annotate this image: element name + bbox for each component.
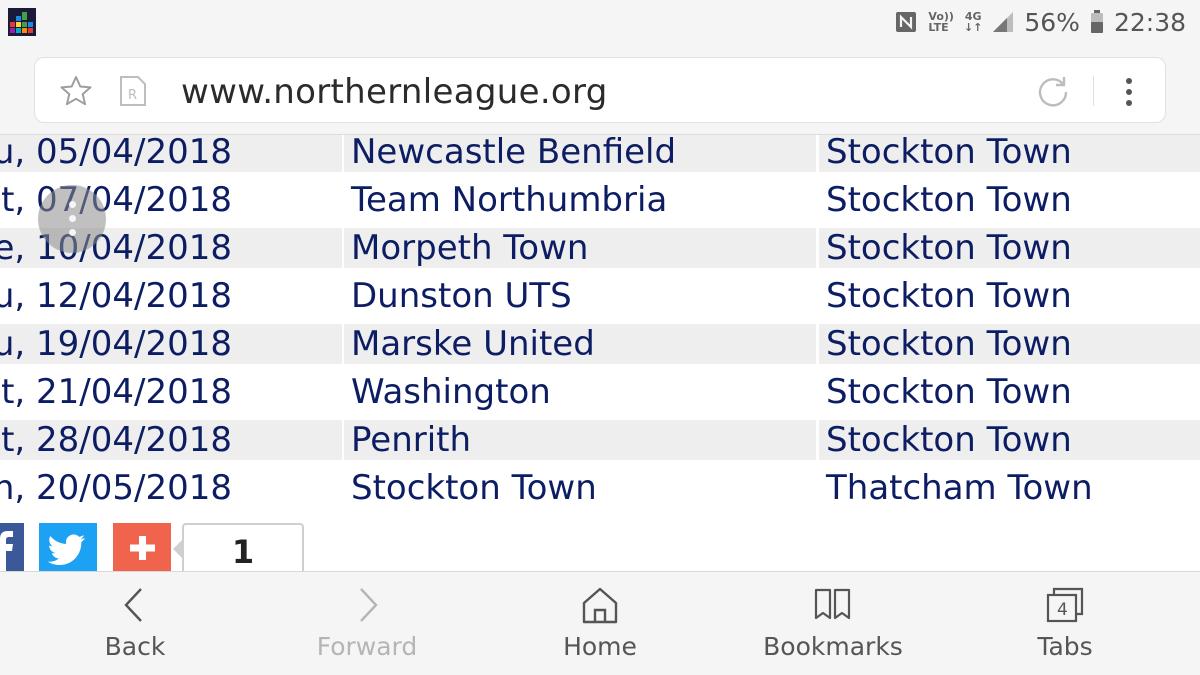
reader-icon-letter: R [128, 88, 137, 103]
fixture-home-team[interactable]: Washington [344, 372, 816, 412]
fixture-away-team[interactable]: Stockton Town [819, 180, 1200, 220]
volte-indicator: Vo)) LTE [928, 11, 954, 33]
tabs-label: Tabs [1037, 632, 1093, 661]
battery-icon [1090, 10, 1103, 33]
home-button[interactable]: Home [500, 572, 700, 675]
fixture-date: u, 19/04/2018 [0, 324, 232, 364]
bottom-toolbar: Back Forward Home Bookmarks 4 Tabs [0, 571, 1200, 675]
star-icon[interactable] [59, 75, 93, 107]
fixture-date-cell: u, 12/04/2018 [0, 276, 342, 316]
fixture-row: u, 05/04/2018 Newcastle Benfield Stockton … [0, 135, 1200, 180]
fixture-home-team[interactable]: Newcastle Benfield [344, 135, 816, 172]
clock: 22:38 [1113, 7, 1186, 37]
bookmarks-button[interactable]: Bookmarks [733, 572, 933, 675]
back-button[interactable]: Back [35, 572, 235, 675]
home-icon [582, 587, 618, 624]
fixture-home-team[interactable]: Dunston UTS [344, 276, 816, 316]
fixture-home-team[interactable]: Morpeth Town [344, 228, 816, 268]
fixture-date: u, 12/04/2018 [0, 276, 232, 316]
plus-icon [130, 536, 155, 560]
fixture-date: t, 21/04/2018 [1, 372, 232, 412]
floating-scroll-handle[interactable] [38, 185, 106, 253]
share-more-button[interactable] [113, 523, 171, 571]
fixture-row: e, 10/04/2018 Morpeth Town Stockton Town [0, 228, 1200, 276]
fixture-date-cell: n, 20/05/2018 [0, 468, 342, 508]
fixture-date-cell: u, 05/04/2018 [0, 135, 342, 172]
fixture-date: t, 28/04/2018 [1, 420, 232, 460]
network-arrows: ↓↑ [963, 21, 983, 34]
fixture-away-team[interactable]: Stockton Town [819, 135, 1200, 172]
fixture-row: u, 12/04/2018 Dunston UTS Stockton Town [0, 276, 1200, 324]
fixtures-table: u, 05/04/2018 Newcastle Benfield Stockton … [0, 135, 1200, 571]
share-buttons: 1 [0, 523, 320, 571]
forward-button[interactable]: Forward [267, 572, 467, 675]
fixture-away-team[interactable]: Stockton Town [819, 420, 1200, 460]
fixture-row: u, 19/04/2018 Marske United Stockton Town [0, 324, 1200, 372]
battery-percent: 56% [1024, 7, 1080, 37]
twitter-icon [47, 534, 85, 565]
fixture-date-cell: t, 21/04/2018 [0, 372, 342, 412]
fixture-row: t, 28/04/2018 Penrith Stockton Town [0, 420, 1200, 468]
reload-icon[interactable] [1035, 74, 1071, 110]
network-indicator: 4G ↓↑ [964, 11, 982, 33]
fixture-date-cell: t, 28/04/2018 [0, 420, 342, 460]
address-bar[interactable]: R www.northernleague.org [34, 57, 1166, 123]
fixture-date: e, 10/04/2018 [0, 228, 232, 268]
home-label: Home [563, 632, 637, 661]
tabs-count: 4 [1057, 600, 1068, 620]
fixture-home-team[interactable]: Team Northumbria [344, 180, 816, 220]
fixture-date: u, 05/04/2018 [0, 135, 232, 172]
fixture-away-team[interactable]: Stockton Town [819, 276, 1200, 316]
address-bar-divider [1093, 76, 1094, 106]
fixture-date: n, 20/05/2018 [0, 468, 232, 508]
address-bar-area: R www.northernleague.org [0, 44, 1200, 135]
bookmarks-icon [814, 588, 851, 620]
nfc-icon [896, 12, 917, 32]
facebook-icon [0, 531, 13, 571]
fixture-row: n, 20/05/2018 Stockton Town Thatcham Town [0, 468, 1200, 516]
fixture-date-cell: u, 19/04/2018 [0, 324, 342, 364]
fixture-away-team[interactable]: Thatcham Town [819, 468, 1200, 508]
fixture-away-team[interactable]: Stockton Town [819, 372, 1200, 412]
fixture-row: t, 07/04/2018 Team Northumbria Stockton To… [0, 180, 1200, 228]
bookmarks-label: Bookmarks [763, 632, 903, 661]
tabs-button[interactable]: 4 Tabs [965, 572, 1165, 675]
status-bar: Vo)) LTE 4G ↓↑ 56% 22:38 [0, 0, 1200, 44]
tabs-icon: 4 [1046, 587, 1084, 623]
facebook-share-button[interactable] [0, 523, 24, 571]
fixture-row: t, 21/04/2018 Washington Stockton Town [0, 372, 1200, 420]
url-text[interactable]: www.northernleague.org [181, 72, 608, 112]
volte-bottom-text: LTE [928, 21, 949, 34]
status-icons: Vo)) LTE 4G ↓↑ 56% 22:38 [894, 6, 1186, 38]
fixture-home-team[interactable]: Stockton Town [344, 468, 816, 508]
forward-label: Forward [316, 632, 418, 661]
fixture-home-team[interactable]: Penrith [344, 420, 816, 460]
forward-icon [360, 588, 378, 622]
fixture-date: t, 07/04/2018 [1, 180, 232, 220]
back-icon [124, 588, 142, 622]
share-count: 1 [182, 523, 304, 571]
fixture-home-team[interactable]: Marske United [344, 324, 816, 364]
app-notification-icon [8, 8, 36, 36]
more-options-icon[interactable] [1117, 76, 1141, 108]
signal-icon [993, 12, 1014, 32]
reader-mode-icon[interactable]: R [119, 75, 147, 107]
fixture-away-team[interactable]: Stockton Town [819, 324, 1200, 364]
fixture-away-team[interactable]: Stockton Town [819, 228, 1200, 268]
twitter-share-button[interactable] [39, 523, 97, 571]
back-label: Back [104, 632, 166, 661]
